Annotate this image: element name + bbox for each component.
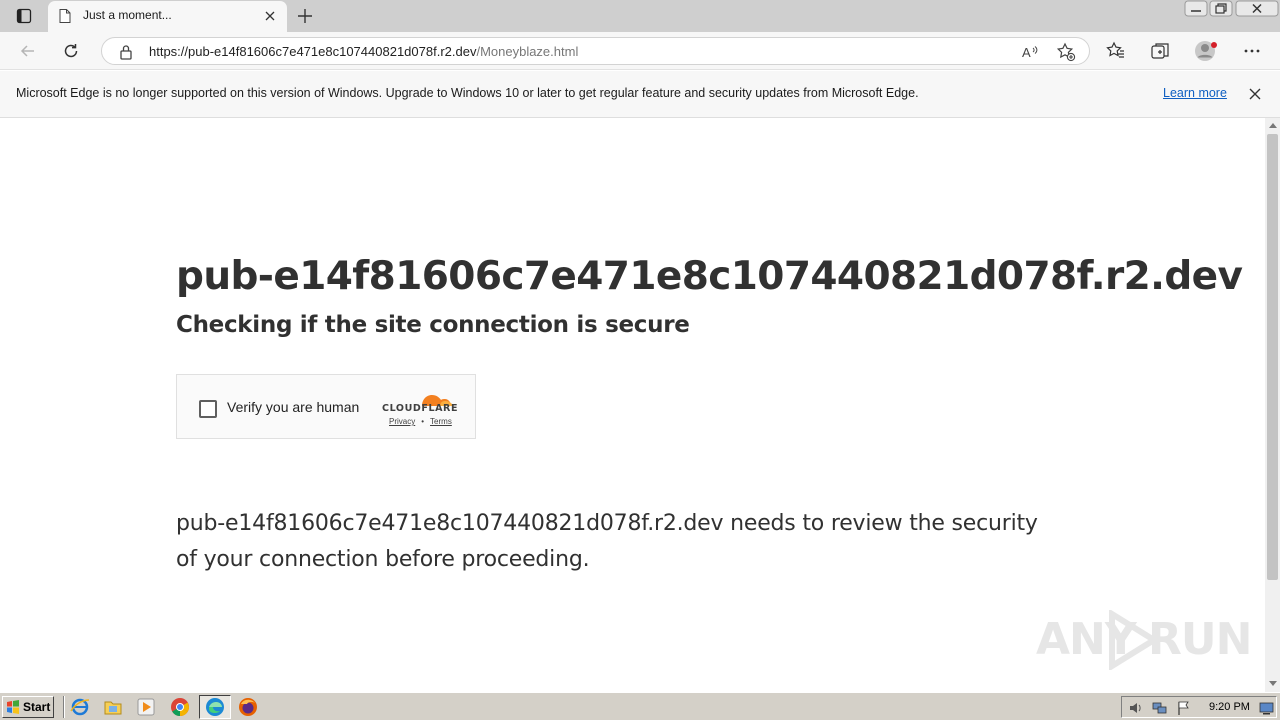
svg-text:A: A (1022, 45, 1031, 60)
verify-human-label[interactable]: Verify you are human (227, 399, 359, 415)
widget-links: Privacy • Terms (389, 417, 452, 426)
file-explorer-icon[interactable] (103, 697, 123, 717)
read-aloud-icon[interactable]: A (1020, 42, 1040, 62)
settings-menu-button[interactable] (1240, 39, 1264, 63)
firefox-icon[interactable] (238, 697, 258, 717)
collections-icon (1151, 43, 1169, 59)
lock-icon[interactable] (119, 44, 133, 60)
tab-close-icon[interactable] (263, 9, 277, 23)
add-favorite-icon[interactable] (1056, 42, 1076, 62)
url-text[interactable]: https://pub-e14f81606c7e471e8c107440821d… (149, 44, 578, 59)
scroll-up-arrow[interactable] (1269, 123, 1277, 128)
start-button[interactable]: Start (2, 696, 54, 718)
tab-strip: Just a moment... (0, 0, 1280, 32)
browser-toolbar: https://pub-e14f81606c7e471e8c107440821d… (0, 32, 1280, 70)
turnstile-widget: Verify you are human CLOUDFLARE Privacy •… (176, 374, 476, 439)
taskbar-separator (63, 696, 65, 718)
tab-active[interactable]: Just a moment... (48, 1, 287, 32)
unsupported-os-infobar: Microsoft Edge is no longer supported on… (0, 71, 1280, 118)
minimize-button[interactable] (1184, 0, 1208, 18)
vertical-scrollbar[interactable] (1265, 118, 1280, 692)
more-icon (1244, 49, 1260, 53)
action-center-flag-icon[interactable] (1176, 700, 1192, 716)
site-hostname-heading: pub-e14f81606c7e471e8c107440821d078f.r2.… (176, 254, 1243, 299)
collections-button[interactable] (1148, 39, 1172, 63)
media-player-icon[interactable] (136, 697, 156, 717)
infobar-close-icon[interactable] (1248, 87, 1262, 101)
infobar-message: Microsoft Edge is no longer supported on… (16, 86, 919, 100)
profile-button[interactable] (1194, 39, 1218, 63)
show-desktop-icon[interactable] (1259, 700, 1275, 716)
chrome-icon[interactable] (170, 697, 190, 717)
privacy-link[interactable]: Privacy (389, 417, 415, 426)
page-icon (59, 9, 71, 23)
tab-actions-button[interactable] (8, 5, 40, 27)
start-label: Start (23, 700, 51, 714)
links-separator: • (421, 417, 425, 426)
restore-icon (1209, 0, 1233, 17)
terms-link[interactable]: Terms (430, 417, 452, 426)
back-button[interactable] (16, 39, 40, 63)
refresh-button[interactable] (59, 39, 83, 63)
internet-explorer-icon[interactable] (70, 697, 90, 717)
taskbar: Start 9:20 PM (0, 692, 1280, 720)
favorites-icon (1106, 41, 1124, 58)
url-path: /Moneyblaze.html (476, 44, 579, 59)
security-review-message: pub-e14f81606c7e471e8c107440821d078f.r2.… (176, 511, 1038, 572)
anyrun-watermark: ANY RUN (1036, 606, 1252, 672)
scroll-down-arrow[interactable] (1269, 681, 1277, 686)
volume-icon[interactable] (1128, 700, 1144, 716)
restore-button[interactable] (1209, 0, 1233, 18)
edge-icon (206, 698, 224, 716)
back-arrow-icon (20, 45, 34, 57)
url-host: https://pub-e14f81606c7e471e8c107440821d… (149, 44, 477, 59)
network-icon[interactable] (1152, 700, 1168, 716)
address-bar[interactable]: https://pub-e14f81606c7e471e8c107440821d… (101, 37, 1090, 65)
learn-more-link[interactable]: Learn more (1163, 86, 1227, 100)
windows-logo-icon (7, 700, 19, 714)
refresh-icon (64, 44, 78, 58)
cloudflare-wordmark: CLOUDFLARE (382, 403, 459, 414)
edge-taskbar-button-active[interactable] (199, 695, 231, 719)
profile-avatar-icon (1195, 41, 1217, 61)
system-tray: 9:20 PM (1121, 696, 1277, 718)
new-tab-icon[interactable] (294, 5, 316, 27)
close-window-icon (1235, 0, 1279, 17)
verify-human-checkbox[interactable] (199, 400, 217, 418)
favorites-button[interactable] (1104, 39, 1128, 63)
close-window-button[interactable] (1235, 0, 1279, 18)
checking-subtitle: Checking if the site connection is secur… (176, 312, 690, 338)
minimize-icon (1184, 0, 1208, 17)
watermark-right: RUN (1148, 614, 1252, 665)
scroll-thumb[interactable] (1267, 134, 1278, 580)
tab-title: Just a moment... (83, 8, 172, 22)
tab-actions-icon (16, 8, 32, 24)
taskbar-clock[interactable]: 9:20 PM (1209, 701, 1250, 713)
